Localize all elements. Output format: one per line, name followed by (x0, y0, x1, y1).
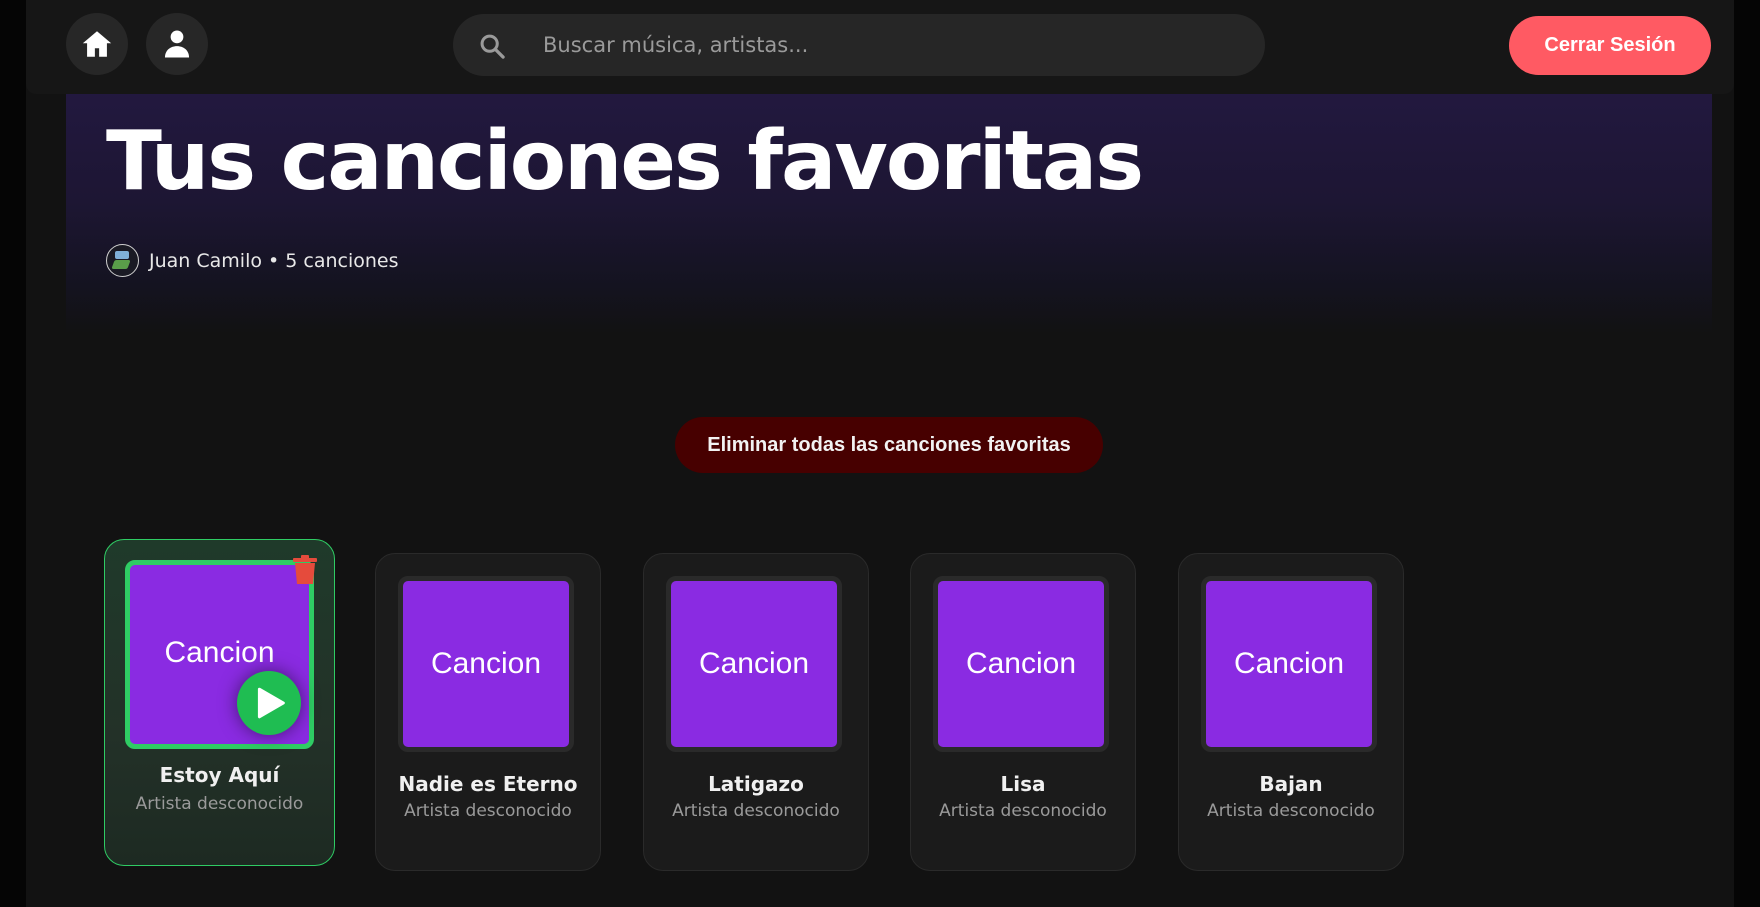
owner-and-count: Juan Camilo • 5 canciones (149, 249, 399, 272)
song-artist: Artista desconocido (672, 801, 840, 821)
cover-label: Cancion (965, 647, 1077, 680)
play-icon (257, 687, 285, 719)
playlist-header: Tus canciones favoritas Juan Camilo • 5 … (66, 94, 1712, 334)
search-input[interactable] (543, 14, 1243, 76)
song-cover: Cancion (398, 576, 574, 752)
trash-icon[interactable] (292, 555, 318, 585)
left-margin (0, 0, 26, 907)
song-title: Lisa (1000, 772, 1046, 796)
song-card[interactable]: Cancion Latigazo Artista desconocido (643, 553, 869, 871)
song-artist: Artista desconocido (939, 801, 1107, 821)
cover-label: Cancion (430, 647, 542, 680)
delete-all-favorites-button[interactable]: Eliminar todas las canciones favoritas (675, 417, 1103, 473)
song-artist: Artista desconocido (404, 801, 572, 821)
search-icon (480, 34, 505, 59)
song-artist: Artista desconocido (135, 794, 304, 814)
home-icon (82, 31, 112, 57)
profile-button[interactable] (146, 13, 208, 75)
song-cover: Cancion (1201, 576, 1377, 752)
cover-label: Cancion (164, 635, 275, 669)
play-button[interactable] (237, 671, 301, 735)
cover-label: Cancion (698, 647, 810, 680)
logout-button[interactable]: Cerrar Sesión (1509, 16, 1711, 75)
song-cover: Cancion (933, 576, 1109, 752)
song-title: Nadie es Eterno (398, 772, 578, 796)
playlist-meta: Juan Camilo • 5 canciones (106, 244, 399, 277)
song-title: Latigazo (708, 772, 804, 796)
song-artist: Artista desconocido (1207, 801, 1375, 821)
song-card[interactable]: Cancion Nadie es Eterno Artista desconoc… (375, 553, 601, 871)
song-title: Estoy Aquí (159, 763, 280, 787)
song-card[interactable]: Cancion Bajan Artista desconocido (1178, 553, 1404, 871)
song-title: Bajan (1259, 772, 1323, 796)
top-bar: Cerrar Sesión (26, 0, 1734, 94)
song-card[interactable]: Cancion Estoy Aquí Artista desconocido (104, 539, 335, 866)
song-card[interactable]: Cancion Lisa Artista desconocido (910, 553, 1136, 871)
home-button[interactable] (66, 13, 128, 75)
cover-label: Cancion (1233, 647, 1345, 680)
right-margin (1734, 0, 1760, 907)
avatar (106, 244, 139, 277)
user-icon (164, 30, 190, 58)
page-title: Tus canciones favoritas (106, 114, 1144, 209)
search-bar[interactable] (453, 14, 1265, 76)
song-cover: Cancion (666, 576, 842, 752)
